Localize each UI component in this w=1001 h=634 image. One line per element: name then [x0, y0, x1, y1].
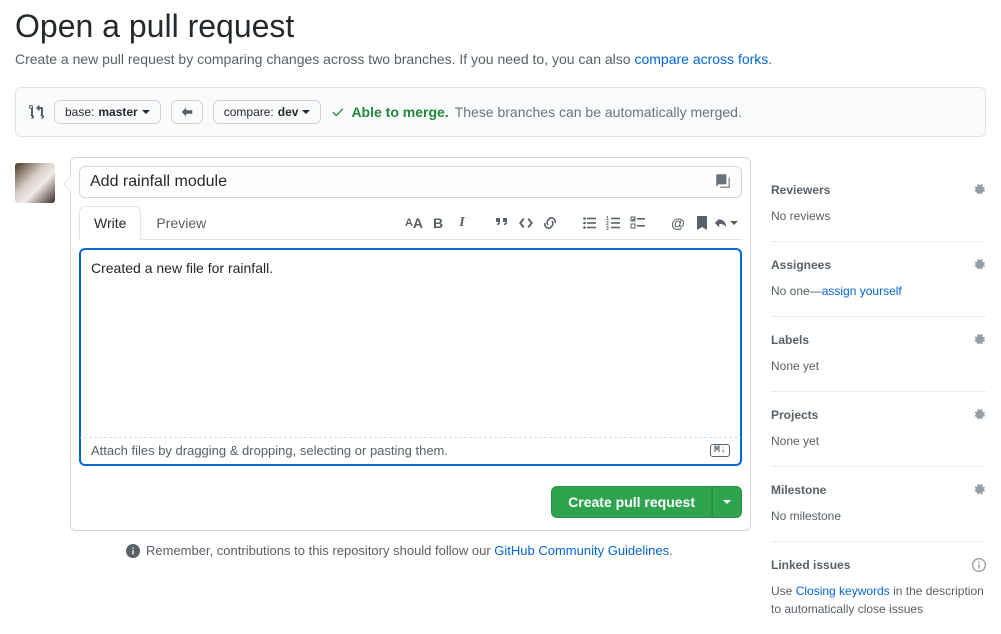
sidebar-reviewers-body: No reviews [771, 207, 986, 225]
gear-icon[interactable] [972, 183, 986, 197]
pr-title-input[interactable] [79, 166, 742, 198]
sidebar-projects: Projects None yet [771, 392, 986, 467]
base-prefix: base: [65, 105, 94, 119]
sidebar-labels-body: None yet [771, 357, 986, 375]
avatar[interactable] [15, 163, 55, 203]
sidebar-assignees-body: No one—assign yourself [771, 282, 986, 300]
info-icon[interactable] [972, 558, 986, 572]
quote-icon[interactable] [490, 211, 514, 235]
sidebar-reviewers-header[interactable]: Reviewers [771, 183, 986, 197]
compare-range-box: base: master compare: dev Able to merge.… [15, 87, 986, 137]
reference-icon[interactable] [714, 172, 732, 190]
saved-reply-icon[interactable] [690, 211, 714, 235]
contrib-pre: Remember, contributions to this reposito… [146, 543, 494, 558]
create-pull-request-dropdown[interactable] [712, 486, 742, 518]
sidebar-linked-body: Use Closing keywords in the description … [771, 582, 986, 618]
sidebar-reviewers-label: Reviewers [771, 183, 830, 197]
page-subtitle-post: . [768, 51, 772, 67]
page-title: Open a pull request [15, 8, 986, 45]
attach-hint-text: Attach files by dragging & dropping, sel… [91, 443, 448, 458]
compare-branch-selector[interactable]: compare: dev [213, 100, 322, 124]
sidebar: Reviewers No reviews Assignees No one—as… [771, 157, 986, 634]
comment-box: Write Preview AA B I [70, 157, 751, 531]
gear-icon[interactable] [972, 483, 986, 497]
sidebar-milestone: Milestone No milestone [771, 467, 986, 542]
base-branch-selector[interactable]: base: master [54, 100, 161, 124]
gear-icon[interactable] [972, 258, 986, 272]
assign-yourself-link[interactable]: assign yourself [822, 284, 902, 298]
arrow-left-icon [171, 100, 203, 124]
gear-icon[interactable] [972, 408, 986, 422]
community-guidelines-link[interactable]: GitHub Community Guidelines [494, 543, 669, 558]
sidebar-milestone-header[interactable]: Milestone [771, 483, 986, 497]
editor-toolbar: AA B I 123 [386, 211, 742, 235]
markdown-icon[interactable]: M↓ [710, 444, 730, 457]
heading-icon[interactable]: AA [402, 211, 426, 235]
gear-icon[interactable] [972, 333, 986, 347]
page-subtitle: Create a new pull request by comparing c… [15, 51, 986, 67]
number-list-icon[interactable]: 123 [602, 211, 626, 235]
sidebar-projects-header[interactable]: Projects [771, 408, 986, 422]
sidebar-reviewers: Reviewers No reviews [771, 167, 986, 242]
sidebar-assignees: Assignees No one—assign yourself [771, 242, 986, 317]
merge-status-desc: These branches can be automatically merg… [455, 104, 742, 120]
sidebar-linked-label: Linked issues [771, 558, 850, 572]
base-branch-name: master [98, 105, 137, 119]
closing-keywords-link[interactable]: Closing keywords [796, 584, 890, 598]
caret-down-icon [302, 110, 310, 114]
svg-text:3: 3 [606, 226, 609, 231]
sidebar-labels-label: Labels [771, 333, 809, 347]
tab-write[interactable]: Write [79, 206, 141, 240]
compare-prefix: compare: [224, 105, 274, 119]
italic-icon[interactable]: I [450, 211, 474, 235]
sidebar-linked-issues: Linked issues Use Closing keywords in th… [771, 542, 986, 634]
check-icon [331, 105, 345, 119]
sidebar-projects-body: None yet [771, 432, 986, 450]
sidebar-assignees-header[interactable]: Assignees [771, 258, 986, 272]
task-list-icon[interactable] [626, 211, 650, 235]
sidebar-milestone-label: Milestone [771, 483, 826, 497]
compare-branch-name: dev [278, 105, 299, 119]
merge-status: Able to merge. These branches can be aut… [331, 104, 741, 120]
contrib-post: . [669, 543, 673, 558]
caret-down-icon [723, 500, 731, 504]
attach-hint-row[interactable]: Attach files by dragging & dropping, sel… [79, 437, 742, 466]
sidebar-linked-header: Linked issues [771, 558, 986, 572]
create-pull-request-button[interactable]: Create pull request [551, 486, 712, 518]
tab-preview[interactable]: Preview [141, 206, 221, 239]
sidebar-labels-header[interactable]: Labels [771, 333, 986, 347]
pr-body-textarea[interactable] [79, 248, 742, 438]
caret-down-icon [142, 110, 150, 114]
code-icon[interactable] [514, 211, 538, 235]
bullet-list-icon[interactable] [578, 211, 602, 235]
page-subtitle-text: Create a new pull request by comparing c… [15, 51, 634, 67]
editor-tabs: Write Preview AA B I [79, 206, 742, 240]
compare-across-forks-link[interactable]: compare across forks [634, 51, 768, 67]
sidebar-milestone-body: No milestone [771, 507, 986, 525]
git-compare-icon [28, 104, 44, 120]
mention-icon[interactable]: @ [666, 211, 690, 235]
sidebar-labels: Labels None yet [771, 317, 986, 392]
merge-status-label: Able to merge. [351, 104, 448, 120]
link-icon[interactable] [538, 211, 562, 235]
info-icon [126, 544, 140, 558]
cross-reference-icon[interactable] [714, 211, 738, 235]
bold-icon[interactable]: B [426, 211, 450, 235]
contribution-note: Remember, contributions to this reposito… [70, 543, 751, 558]
sidebar-projects-label: Projects [771, 408, 818, 422]
sidebar-assignees-label: Assignees [771, 258, 831, 272]
